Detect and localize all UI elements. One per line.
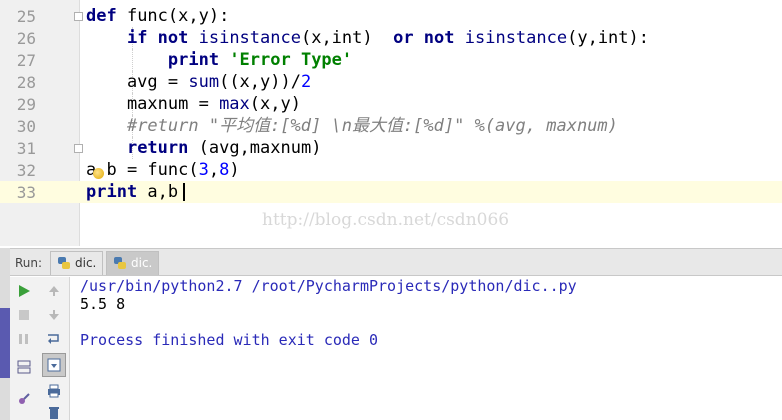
run-tab-label: dic.	[75, 256, 97, 270]
run-icon[interactable]	[14, 281, 34, 301]
code-token: or not	[393, 28, 465, 48]
code-line[interactable]: 33 print a,b	[0, 181, 782, 203]
code-line[interactable]: 31 return (avg,maxnum)	[0, 137, 782, 159]
code-line[interactable]: 27 print 'Error Type'	[0, 49, 782, 71]
layout-icon[interactable]	[14, 357, 34, 377]
run-tab-label: dic.	[131, 256, 153, 270]
line-number: 27	[16, 51, 36, 70]
code-token: def	[86, 6, 127, 26]
code-line[interactable]: 29 maxnum = max(x,y)	[0, 93, 782, 115]
console-exit-line: Process finished with exit code 0	[80, 331, 379, 349]
line-number: 25	[16, 7, 36, 26]
code-token: isinstance	[198, 28, 301, 48]
code-text[interactable]: #return "平均值:[%d] \n最大值:[%d]" %(avg, max…	[86, 117, 618, 135]
code-line[interactable]: 30 #return "平均值:[%d] \n最大值:[%d]" %(avg, …	[0, 115, 782, 137]
code-token: isinstance	[464, 28, 568, 48]
scroll-down-icon[interactable]	[44, 305, 64, 325]
run-panel-body: /usr/bin/python2.7 /root/PycharmProjects…	[10, 277, 782, 420]
pause-icon[interactable]	[14, 329, 34, 349]
fold-marker-icon[interactable]	[74, 144, 83, 153]
line-number: 31	[16, 139, 36, 158]
console-command-line[interactable]: /usr/bin/python2.7 /root/PycharmProjects…	[80, 277, 577, 295]
scroll-up-icon[interactable]	[44, 281, 64, 301]
soft-wrap-icon[interactable]	[44, 329, 64, 349]
code-token: ,	[208, 160, 220, 180]
code-token: 2	[300, 72, 312, 92]
code-text[interactable]: return (avg,maxnum)	[86, 139, 321, 157]
fold-marker-icon[interactable]	[74, 12, 83, 21]
code-token: ((x,y))/	[219, 72, 301, 92]
code-token: #return "平均值:[%d] \n最大值:[%d]" %(avg, max…	[126, 116, 618, 136]
code-text[interactable]: if not isinstance(x,int) or not isinstan…	[86, 29, 649, 47]
code-token: 3	[198, 160, 209, 180]
line-number: 28	[16, 73, 36, 92]
code-token: 'Error Type'	[229, 50, 353, 70]
code-token: print	[167, 50, 230, 70]
code-token: )	[229, 160, 240, 180]
code-text[interactable]: def func(x,y):	[86, 7, 229, 25]
line-number: 26	[16, 29, 36, 48]
code-token: return	[126, 138, 199, 158]
code-token: func(x,y):	[126, 6, 230, 26]
code-token: (x,int)	[300, 28, 394, 48]
scroll-to-end-icon[interactable]	[42, 353, 66, 377]
console-output-line: 5.5 8	[80, 295, 126, 313]
lightbulb-icon[interactable]	[93, 168, 104, 179]
left-tool-strip	[0, 248, 10, 420]
run-toolbar	[10, 277, 70, 420]
code-text[interactable]: print 'Error Type'	[86, 51, 352, 69]
code-token: avg =	[86, 72, 189, 92]
code-token: sum	[188, 72, 220, 92]
python-icon	[58, 257, 70, 269]
code-text[interactable]: maxnum = max(x,y)	[86, 95, 301, 113]
code-token: (y,int):	[567, 28, 649, 48]
text-caret	[183, 183, 185, 201]
pin-icon[interactable]	[14, 389, 34, 409]
code-line[interactable]: 28 avg = sum((x,y))/2	[0, 71, 782, 93]
python-icon	[114, 257, 126, 269]
code-token: a,b	[147, 182, 179, 202]
code-text[interactable]: a,b = func(3,8)	[86, 161, 240, 179]
code-text[interactable]: print a,b	[86, 183, 178, 201]
line-number: 32	[16, 161, 36, 180]
watermark: http://blog.csdn.net/csdn066	[262, 210, 510, 230]
code-token: 8	[219, 160, 230, 180]
code-text[interactable]: avg = sum((x,y))/2	[86, 73, 311, 91]
run-label: Run:	[15, 256, 43, 270]
code-token: max	[219, 94, 250, 114]
clear-icon[interactable]	[44, 403, 64, 420]
code-token: maxnum =	[86, 94, 220, 114]
code-token: print	[86, 182, 148, 202]
print-icon[interactable]	[44, 381, 64, 401]
tool-strip-marker	[0, 308, 10, 378]
code-token: if not	[126, 28, 199, 48]
run-panel-header: Run: dic. dic.	[10, 248, 782, 276]
code-token: (x,y)	[249, 94, 301, 114]
code-line[interactable]: 32 a,b = func(3,8)	[0, 159, 782, 181]
run-tab-2[interactable]: dic.	[106, 251, 160, 275]
run-tab-1[interactable]: dic.	[50, 251, 104, 275]
code-editor[interactable]: 25 def func(x,y): 26 if not isinstance(x,i…	[0, 0, 782, 246]
line-number: 30	[16, 117, 36, 136]
code-line[interactable]: 25 def func(x,y):	[0, 5, 782, 27]
code-line[interactable]: 26 if not isinstance(x,int) or not isins…	[0, 27, 782, 49]
stop-icon[interactable]	[14, 305, 34, 325]
code-token: (avg,maxnum)	[198, 138, 322, 158]
line-number: 33	[16, 183, 36, 202]
line-number: 29	[16, 95, 36, 114]
